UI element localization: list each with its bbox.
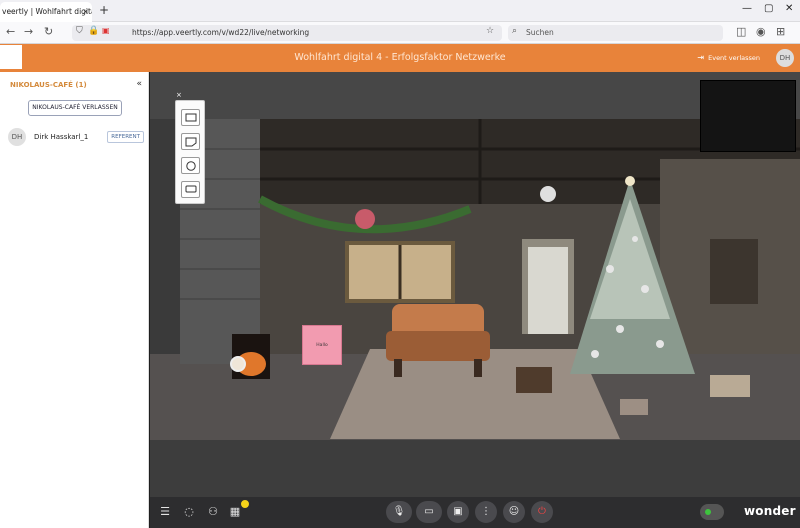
maximize-icon[interactable]: ▢ — [764, 3, 773, 14]
exit-icon: ⇥ — [697, 53, 705, 62]
sticky-note-tool-button[interactable] — [181, 133, 200, 150]
leave-event-button[interactable]: ⇥ Event verlassen — [697, 53, 760, 62]
screen-share-icon: ▣ — [453, 506, 463, 517]
tree-star — [625, 176, 635, 186]
emoji-tool-button[interactable] — [181, 157, 200, 174]
tool-panel: × — [175, 91, 205, 204]
role-badge: REFERENT — [107, 131, 144, 143]
participant-avatar: DH — [8, 128, 26, 146]
app-header: Wohlfahrt digital 4 - Erfolgsfaktor Netz… — [0, 44, 800, 72]
stage-bottom-area — [150, 440, 800, 497]
pocket-icon[interactable]: ◫ — [736, 25, 746, 38]
close-window-icon[interactable]: ✕ — [785, 3, 793, 14]
people-icon[interactable]: ⚇ — [204, 504, 222, 520]
back-icon[interactable]: ← — [6, 25, 15, 38]
account-icon[interactable]: ◉ — [756, 25, 766, 38]
microphone-button[interactable]: 🎙 — [386, 501, 412, 523]
tab-title: veertly | Wohlfahrt digital 4 - Erf... — [2, 7, 92, 16]
participant-row[interactable]: DH Dirk Hasskarl_1 REFERENT — [8, 128, 144, 148]
bookmark-star-icon[interactable]: ☆ — [486, 26, 494, 36]
right-window — [710, 239, 758, 304]
avatar[interactable]: DH — [776, 49, 794, 67]
leave-room-button[interactable]: NIKOLAUS-CAFÉ VERLASSEN — [28, 100, 122, 116]
power-icon: ⏻ — [538, 506, 546, 517]
video-tile[interactable] — [700, 80, 796, 152]
screen-share-button[interactable]: ▣ — [447, 501, 469, 523]
more-options-button[interactable]: ⋮ — [475, 501, 497, 523]
room-title: NIKOLAUS-CAFÉ (1) — [10, 81, 87, 89]
brand-logo: wonder — [744, 504, 796, 518]
participant-name: Dirk Hasskarl_1 — [34, 133, 89, 141]
camera-button[interactable]: ▭ — [416, 501, 442, 523]
leave-event-label: Event verlassen — [708, 54, 760, 62]
browser-tab-bar: veertly | Wohlfahrt digital 4 - Erf... ×… — [0, 0, 800, 22]
room-scene — [150, 119, 800, 440]
browser-toolbar: ← → ↻ ⛉ 🔒 ▣ https://app.veertly.com/v/wd… — [0, 22, 800, 44]
minimize-icon[interactable]: — — [742, 3, 752, 14]
status-selector[interactable] — [700, 504, 724, 520]
emoji-icon — [186, 161, 196, 171]
sticky-note[interactable]: Hallo — [302, 325, 342, 365]
extensions-icon[interactable]: ⊞ — [776, 25, 785, 38]
round-window — [540, 186, 556, 202]
tab-close-icon[interactable]: × — [82, 7, 89, 16]
search-input[interactable]: Suchen — [526, 28, 554, 37]
lock-icon: 🔒 — [88, 26, 100, 36]
notification-badge — [239, 498, 251, 510]
forward-icon[interactable]: → — [24, 25, 33, 38]
bottom-control-bar: ☰ ◌ ⚇ ▦ 🎙 ▭ ▣ ⋮ ☺ ⏻ wonder — [150, 497, 800, 528]
url-text: https://app.veertly.com/v/wd22/live/netw… — [132, 28, 310, 37]
browser-tab[interactable]: veertly | Wohlfahrt digital 4 - Erf... × — [0, 2, 92, 22]
event-title: Wohlfahrt digital 4 - Erfolgsfaktor Netz… — [294, 52, 506, 63]
garland-bow — [355, 209, 375, 229]
screen-share-tool-button[interactable] — [181, 109, 200, 126]
chat-icon[interactable]: ◌ — [180, 504, 198, 520]
close-tools-icon[interactable]: × — [176, 91, 182, 99]
search-icon: ⌕ — [512, 26, 518, 36]
menu-icon[interactable]: ☰ — [156, 504, 174, 520]
sticky-note-icon — [185, 137, 197, 147]
camera-icon: ▭ — [424, 506, 434, 517]
chat-tool-button[interactable] — [181, 181, 200, 198]
gift-box — [516, 367, 552, 393]
reaction-button[interactable]: ☺ — [503, 501, 525, 523]
sidebar: NIKOLAUS-CAFÉ (1) « NIKOLAUS-CAFÉ VERLAS… — [0, 72, 149, 528]
leave-call-button[interactable]: ⏻ — [531, 501, 553, 523]
microphone-icon: 🎙 — [392, 506, 406, 517]
chat-bubble-icon — [185, 185, 197, 193]
shield-icon[interactable]: ⛉ — [76, 26, 83, 36]
screen-share-icon — [185, 113, 197, 122]
door-outside — [528, 247, 568, 334]
more-icon: ⋮ — [481, 506, 491, 517]
online-status-dot — [705, 509, 711, 515]
reload-icon[interactable]: ↻ — [44, 25, 53, 38]
new-tab-icon[interactable]: + — [99, 3, 109, 17]
camera-permission-icon[interactable]: ▣ — [102, 26, 110, 35]
address-bar[interactable]: ⛉ 🔒 ▣ https://app.veertly.com/v/wd22/liv… — [72, 25, 502, 41]
user-avatar-bubble[interactable] — [230, 356, 246, 372]
collapse-sidebar-icon[interactable]: « — [136, 79, 142, 89]
search-bar[interactable]: ⌕ Suchen — [508, 25, 723, 41]
virtual-room-stage: × Hallo — [150, 72, 800, 497]
emoji-reaction-icon: ☺ — [508, 506, 520, 517]
